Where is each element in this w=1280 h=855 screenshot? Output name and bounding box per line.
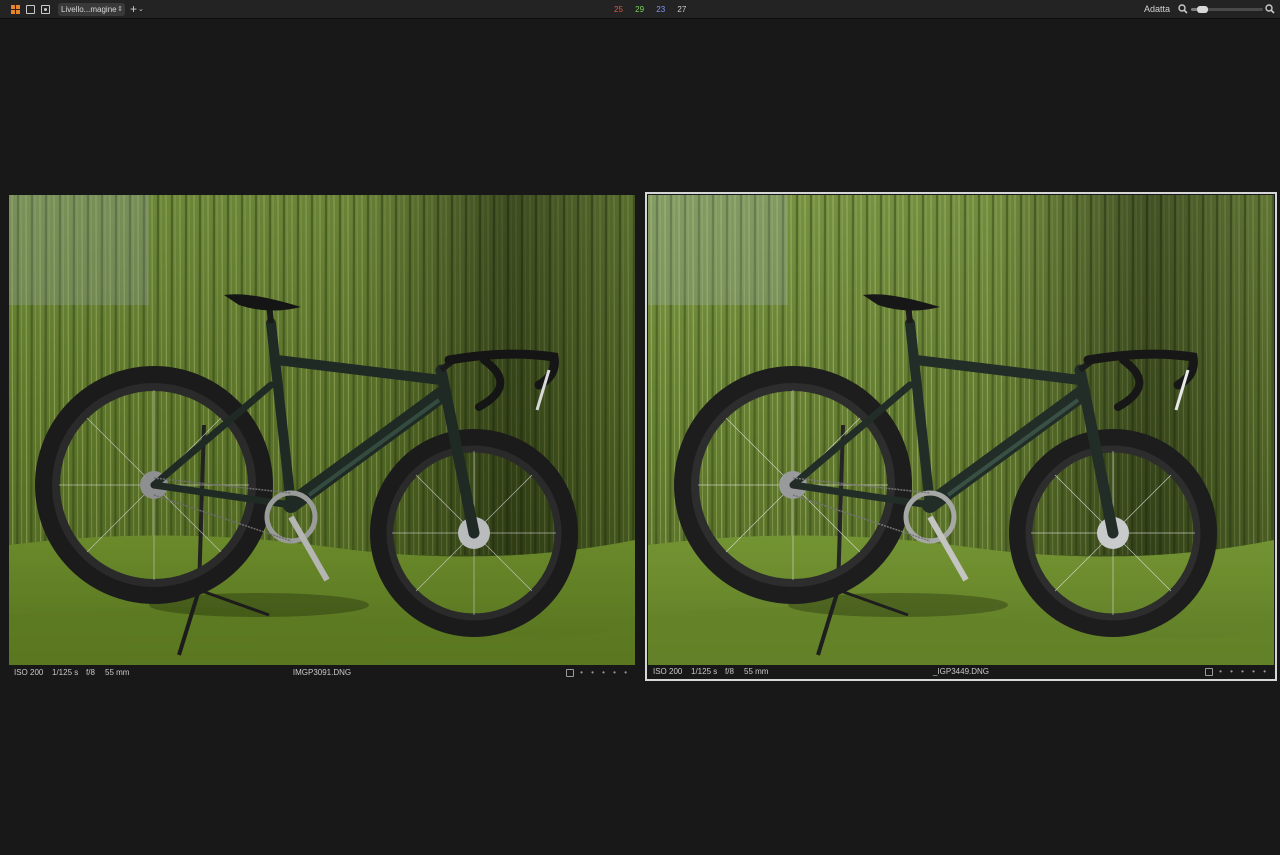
counter-total: 27 — [677, 5, 687, 14]
updown-icon: ⇕ — [117, 6, 123, 13]
compare-panel-right[interactable]: ISO 200 1/125 s f/8 55 mm _IGP3449.DNG •… — [645, 192, 1277, 681]
counter-green: 29 — [635, 5, 645, 14]
color-counters: 25 29 23 27 — [614, 0, 696, 19]
counter-red: 25 — [614, 5, 623, 14]
zoom-slider-knob[interactable] — [1196, 6, 1208, 13]
photo-right[interactable] — [648, 195, 1274, 665]
compare-panel-left[interactable]: ISO 200 1/125 s f/8 55 mm IMGP3091.DNG •… — [8, 194, 636, 680]
filename-label: _IGP3449.DNG — [932, 667, 990, 676]
single-view-icon[interactable] — [26, 5, 35, 14]
plus-icon: + — [130, 2, 138, 16]
compare-view-icon[interactable] — [41, 5, 50, 14]
color-label-checkbox[interactable] — [566, 669, 574, 677]
top-toolbar: Livello...magine ⇕ +⌄ 25 29 23 27 Adatta — [0, 0, 1280, 19]
add-button[interactable]: +⌄ — [130, 2, 144, 17]
filename-label: IMGP3091.DNG — [292, 668, 352, 677]
color-label-checkbox[interactable] — [1205, 668, 1213, 676]
counter-blue: 23 — [656, 5, 666, 14]
photo-left[interactable] — [9, 195, 635, 665]
star-rating[interactable]: • • • • • — [1219, 666, 1269, 678]
caption-left: ISO 200 1/125 s f/8 55 mm IMGP3091.DNG •… — [8, 667, 636, 679]
caption-right: ISO 200 1/125 s f/8 55 mm _IGP3449.DNG •… — [647, 666, 1275, 678]
chevron-down-icon: ⌄ — [138, 6, 144, 13]
fit-button[interactable]: Adatta — [1144, 0, 1170, 19]
grid-view-icon[interactable] — [11, 5, 20, 14]
layer-select-label: Livello...magine — [61, 5, 117, 14]
zoom-out-icon[interactable] — [1178, 4, 1188, 14]
star-rating[interactable]: • • • • • — [580, 667, 630, 679]
layer-select[interactable]: Livello...magine ⇕ — [58, 3, 125, 16]
zoom-slider[interactable] — [1191, 6, 1263, 13]
zoom-in-icon[interactable] — [1265, 4, 1275, 14]
